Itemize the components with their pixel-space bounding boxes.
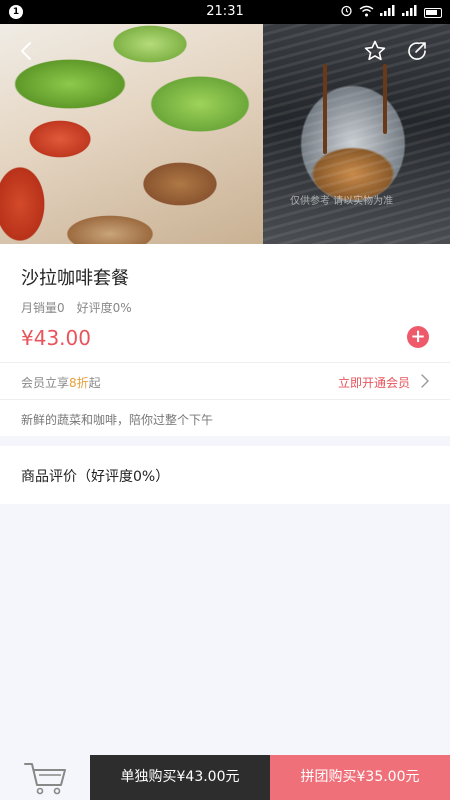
coffee-stream <box>383 64 387 134</box>
status-bar: 1 21:31 <box>0 0 450 24</box>
back-button[interactable] <box>14 38 40 64</box>
member-prefix: 会员立享 <box>21 376 70 390</box>
favorite-button[interactable] <box>362 38 388 64</box>
wifi-icon <box>359 5 374 21</box>
cart-icon <box>24 762 66 794</box>
star-icon <box>364 40 386 61</box>
reviews-title: 商品评价（好评度0%） <box>21 469 170 485</box>
product-info: 沙拉咖啡套餐 月销量0 好评度0% ¥43.00 + <box>0 244 450 362</box>
add-to-cart-button[interactable]: + <box>407 326 429 348</box>
coffee-stream <box>323 64 327 154</box>
open-membership-link[interactable]: 立即开通会员 <box>338 374 410 391</box>
product-title: 沙拉咖啡套餐 <box>21 268 129 289</box>
solo-buy-button[interactable]: 单独购买¥43.00元 <box>90 755 270 800</box>
reviews-section[interactable]: 商品评价（好评度0%） <box>0 446 450 504</box>
monthly-sales: 月销量0 <box>21 301 65 315</box>
member-discount: 8折 <box>69 376 89 390</box>
member-promo-row[interactable]: 会员立享8折起 立即开通会员 <box>0 363 450 399</box>
signal-icon <box>380 5 396 20</box>
cart-button[interactable] <box>0 755 90 800</box>
product-price: ¥43.00 <box>21 326 91 350</box>
signal-icon <box>402 5 418 20</box>
description-row: 新鲜的蔬菜和咖啡，陪你过整个下午 <box>0 400 450 436</box>
bottom-action-bar: 单独购买¥43.00元 拼团购买¥35.00元 <box>0 755 450 800</box>
product-image-banner[interactable]: 仅供参考 请以实物为准 <box>0 24 450 244</box>
battery-icon <box>424 7 442 18</box>
share-button[interactable] <box>404 38 430 64</box>
product-meta: 月销量0 好评度0% <box>21 299 132 316</box>
group-buy-button[interactable]: 拼团购买¥35.00元 <box>270 755 450 800</box>
image-watermark: 仅供参考 请以实物为准 <box>290 196 394 207</box>
alarm-icon <box>340 4 353 21</box>
rating-text: 好评度0% <box>76 301 132 315</box>
product-description: 新鲜的蔬菜和咖啡，陪你过整个下午 <box>21 413 214 427</box>
member-discount-text: 会员立享8折起 <box>21 374 101 391</box>
chevron-left-icon <box>21 42 31 60</box>
status-icons <box>340 4 442 21</box>
chevron-right-icon <box>420 373 430 393</box>
share-icon <box>408 42 426 60</box>
member-suffix: 起 <box>88 376 101 390</box>
